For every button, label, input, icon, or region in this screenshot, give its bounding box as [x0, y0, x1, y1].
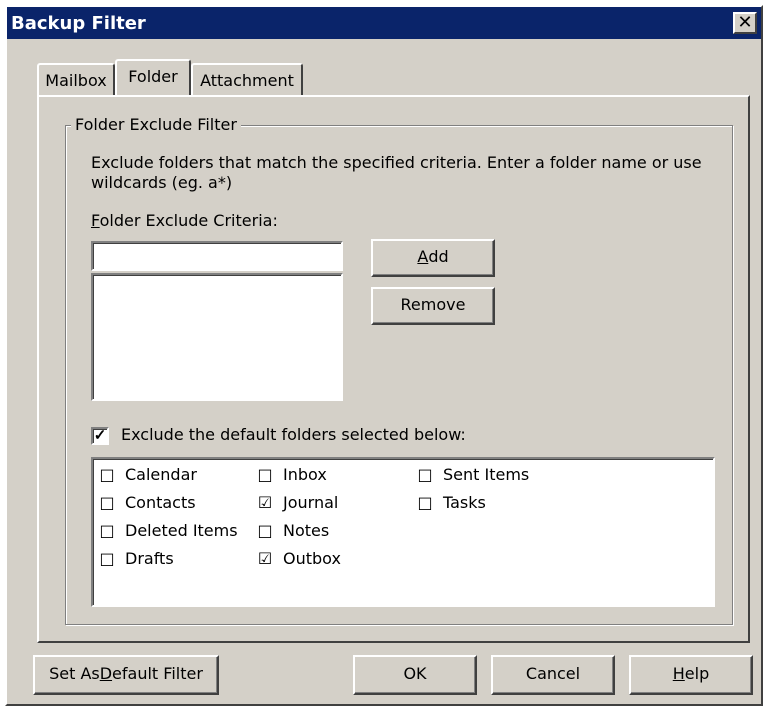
tab-attachment-label: Attachment: [200, 71, 294, 90]
criteria-input[interactable]: [91, 241, 343, 271]
add-button[interactable]: Add: [371, 239, 495, 277]
exclude-default-checkbox[interactable]: ✓: [91, 427, 109, 445]
folder-item-inbox[interactable]: □ Inbox: [257, 465, 326, 484]
window-title: Backup Filter: [11, 13, 146, 34]
folder-item-contacts[interactable]: □ Contacts: [99, 493, 195, 512]
tab-mailbox-label: Mailbox: [45, 71, 107, 90]
help-button[interactable]: Help: [629, 655, 753, 695]
folder-item-tasks[interactable]: □ Tasks: [417, 493, 485, 512]
tab-folder[interactable]: Folder: [115, 59, 191, 95]
criteria-label: Folder Exclude Criteria:: [91, 211, 278, 230]
folder-item-drafts[interactable]: □ Drafts: [99, 549, 173, 568]
description-line-2: wildcards (eg. a*): [91, 173, 233, 192]
remove-button[interactable]: Remove: [371, 287, 495, 325]
close-button[interactable]: ✕: [733, 12, 757, 34]
backup-filter-dialog: Backup Filter ✕ Mailbox Folder Attachmen…: [5, 5, 763, 706]
close-icon: ✕: [737, 12, 753, 33]
folder-item-deleted-items[interactable]: □ Deleted Items: [99, 521, 237, 540]
set-default-filter-button[interactable]: Set As Default Filter: [33, 655, 219, 695]
folder-item-sent-items[interactable]: □ Sent Items: [417, 465, 529, 484]
folder-item-calendar[interactable]: □ Calendar: [99, 465, 197, 484]
tab-mailbox[interactable]: Mailbox: [37, 63, 115, 95]
criteria-list[interactable]: [91, 273, 343, 401]
folder-item-outbox[interactable]: ☑ Outbox: [257, 549, 341, 568]
folder-tab-panel: Folder Exclude Filter Exclude folders th…: [37, 95, 750, 643]
exclude-default-label: Exclude the default folders selected bel…: [121, 425, 466, 444]
folder-item-notes[interactable]: □ Notes: [257, 521, 329, 540]
tab-attachment[interactable]: Attachment: [191, 63, 303, 95]
folder-item-journal[interactable]: ☑ Journal: [257, 493, 339, 512]
cancel-button[interactable]: Cancel: [491, 655, 615, 695]
description-line-1: Exclude folders that match the specified…: [91, 153, 702, 172]
remove-button-label: Remove: [400, 295, 466, 314]
title-bar: Backup Filter ✕: [7, 7, 761, 39]
tab-folder-label: Folder: [128, 67, 178, 86]
ok-button[interactable]: OK: [353, 655, 477, 695]
groupbox-title: Folder Exclude Filter: [71, 115, 241, 134]
